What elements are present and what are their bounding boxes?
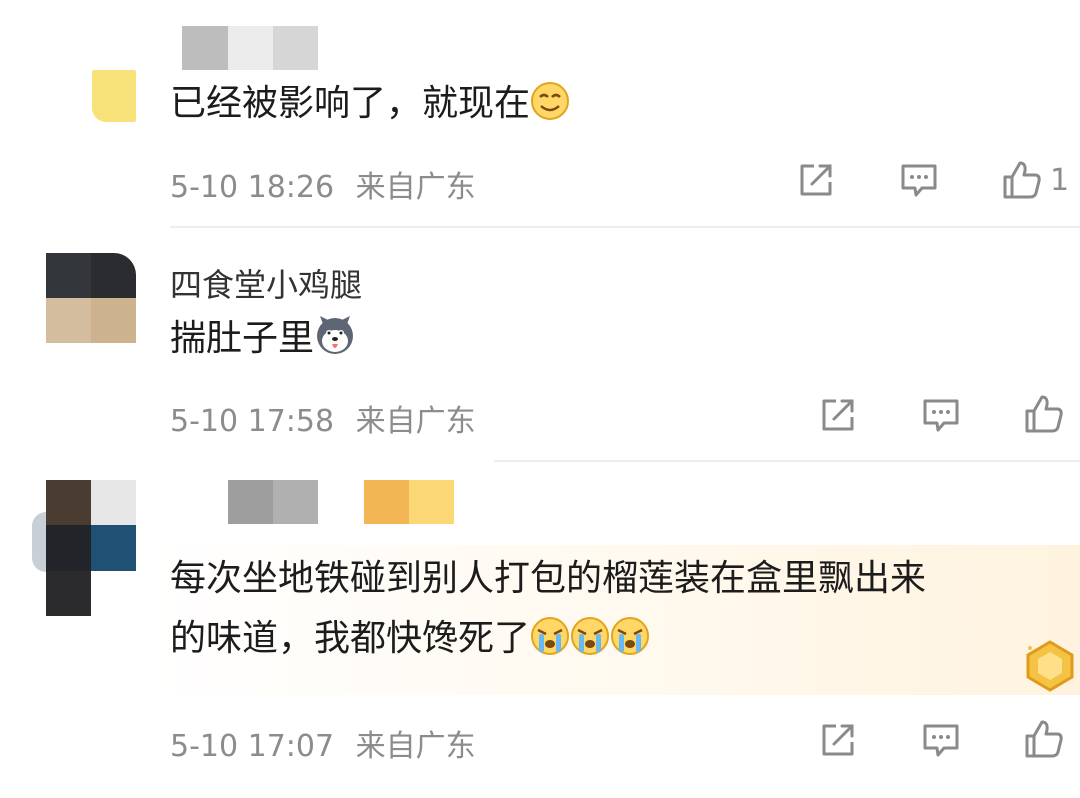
comment-location: 来自广东 [355,170,476,205]
comment-time: 5-10 17:07 [170,729,335,764]
like-button[interactable] [1022,392,1066,436]
comment-time: 5-10 17:58 [170,404,335,439]
thumbs-up-icon [1025,395,1063,433]
comment-button[interactable] [920,395,962,435]
avatar[interactable] [46,253,136,343]
comment-button[interactable] [898,160,940,200]
like-count: 1 [1050,162,1070,198]
comment-text: 每次坐地铁碰到别人打包的榴莲装在盒里飘出来 [170,558,927,599]
share-icon [822,724,854,756]
divider [170,226,1080,228]
thumbs-up-icon [1003,161,1041,199]
share-button[interactable] [818,720,858,760]
comment-meta: 5-10 18:26 来自广东 [170,162,476,206]
comment-text: 的味道，我都快馋死了 [170,613,650,665]
comment-icon [923,724,959,757]
divider [494,460,1080,462]
badge-icon [1026,640,1074,692]
comment-icon [923,399,959,432]
comment-text: 揣肚子里 [170,313,356,365]
share-button[interactable] [818,395,858,435]
like-button[interactable] [1022,717,1066,761]
username-blurred[interactable] [182,26,318,70]
comment-location: 来自广东 [355,404,476,439]
username-blurred[interactable] [228,480,454,524]
comment-time: 5-10 18:26 [170,170,335,205]
comment-text: 已经被影响了，就现在 [170,78,570,130]
comment-meta: 5-10 17:58 来自广东 [170,396,476,440]
share-icon [800,164,832,196]
avatar[interactable] [46,480,136,616]
husky-dog-emoji [317,316,354,354]
thumbs-up-icon [1025,720,1063,758]
comment-location: 来自广东 [355,729,476,764]
share-icon [822,399,854,431]
comment-button[interactable] [920,720,962,760]
like-button[interactable]: 1 [1000,158,1069,202]
comment-icon [901,164,937,197]
crying-emoji [531,617,570,655]
avatar-edge [32,512,46,572]
share-button[interactable] [796,160,836,200]
crying-emoji [571,617,610,655]
comment-meta: 5-10 17:07 来自广东 [170,721,476,765]
smirk-emoji [531,82,570,120]
username[interactable]: 四食堂小鸡腿 [170,260,362,306]
avatar[interactable] [92,70,136,122]
crying-emoji [611,617,650,655]
